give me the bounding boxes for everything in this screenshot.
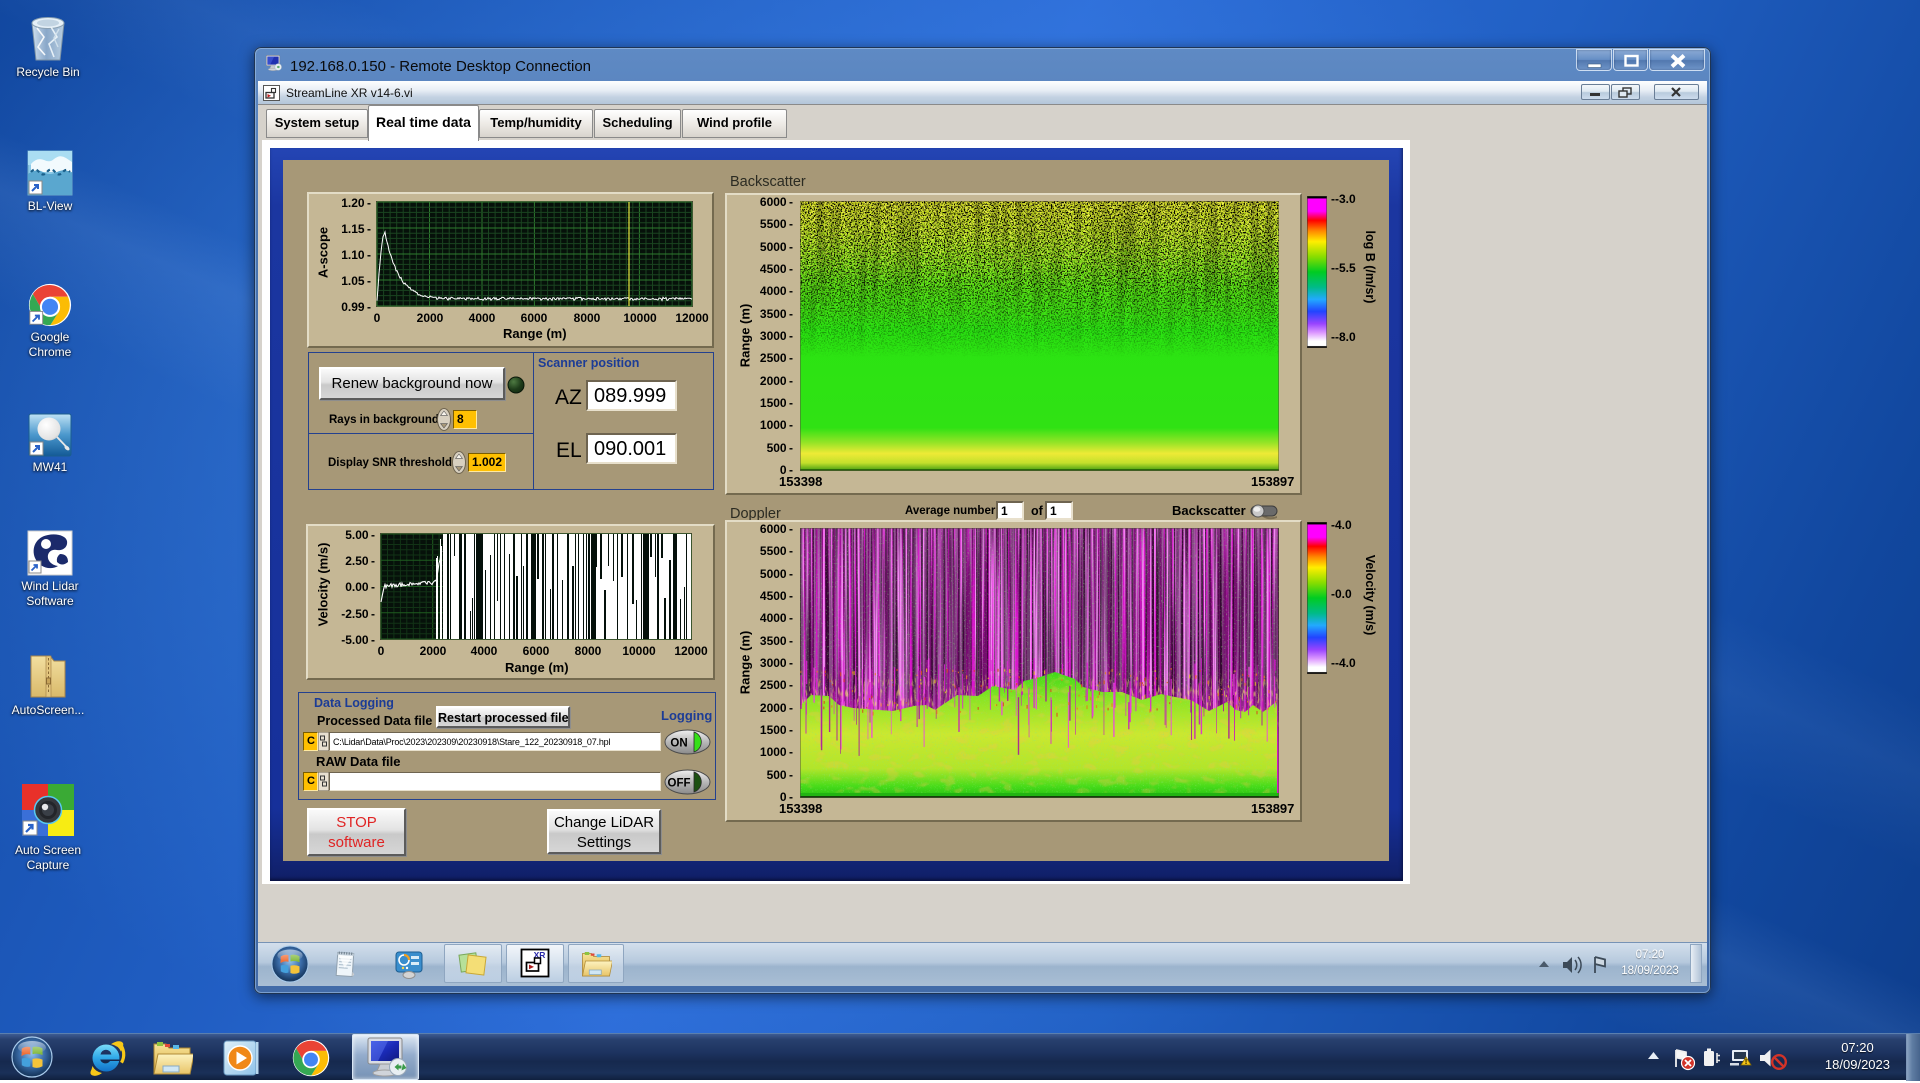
svg-text:OFF: OFF (668, 778, 691, 790)
svg-text:!: ! (1745, 1059, 1747, 1066)
svg-text:ON: ON (670, 738, 687, 750)
